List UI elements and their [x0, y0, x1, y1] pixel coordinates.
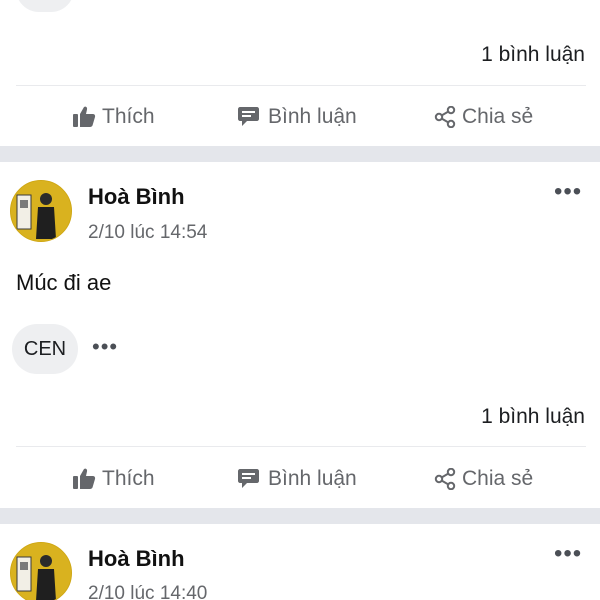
comment-label: Bình luận	[268, 105, 357, 128]
post-separator	[0, 508, 600, 524]
more-options-icon[interactable]: •••	[554, 542, 582, 566]
author-name[interactable]: Hoà Bình	[88, 184, 185, 210]
like-label: Thích	[102, 467, 155, 490]
post-actions: Thích Bình luận Chia sẻ	[0, 97, 600, 137]
comment-count[interactable]: 1 bình luận	[481, 405, 585, 429]
speech-bubble-icon	[238, 106, 262, 128]
post-separator	[0, 146, 600, 162]
comment-button[interactable]: Bình luận	[238, 459, 357, 499]
share-label: Chia sẻ	[462, 467, 534, 490]
share-button[interactable]: Chia sẻ	[434, 97, 533, 137]
post-card: Hoà Bình 2/10 lúc 14:40 •••	[0, 524, 600, 600]
divider-line	[16, 85, 586, 86]
tag-label: CEN	[23, 337, 67, 360]
like-button[interactable]: Thích	[72, 97, 155, 137]
share-button[interactable]: Chia sẻ	[434, 459, 533, 499]
post-time[interactable]: 2/10 lúc 14:54	[88, 222, 207, 244]
post-text: Múc đi ae	[16, 270, 112, 295]
post-actions: Thích Bình luận Chia sẻ	[0, 459, 600, 499]
comment-count[interactable]: 1 bình luận	[481, 43, 585, 67]
comment-button[interactable]: Bình luận	[238, 97, 357, 137]
post-card: 1 bình luận Thích Bình luận Chia sẻ	[0, 0, 600, 146]
like-label: Thích	[102, 105, 155, 128]
thumbs-up-icon	[72, 468, 96, 490]
comment-label: Bình luận	[268, 467, 357, 490]
share-label: Chia sẻ	[462, 105, 534, 128]
like-button[interactable]: Thích	[72, 459, 155, 499]
avatar[interactable]	[10, 180, 72, 242]
share-icon	[434, 468, 456, 490]
thumbs-up-icon	[72, 106, 96, 128]
post-time[interactable]: 2/10 lúc 14:40	[88, 583, 207, 600]
post-card: Hoà Bình 2/10 lúc 14:54 ••• Múc đi ae CE…	[0, 162, 600, 508]
tag-more-icon[interactable]: •••	[92, 336, 118, 358]
more-options-icon[interactable]: •••	[554, 180, 582, 204]
divider-line	[16, 446, 586, 447]
speech-bubble-icon	[238, 468, 262, 490]
share-icon	[434, 106, 456, 128]
author-name[interactable]: Hoà Bình	[88, 546, 185, 572]
tag-pill[interactable]	[16, 0, 74, 12]
tag-pill[interactable]: CEN	[12, 324, 78, 374]
avatar[interactable]	[10, 542, 72, 600]
